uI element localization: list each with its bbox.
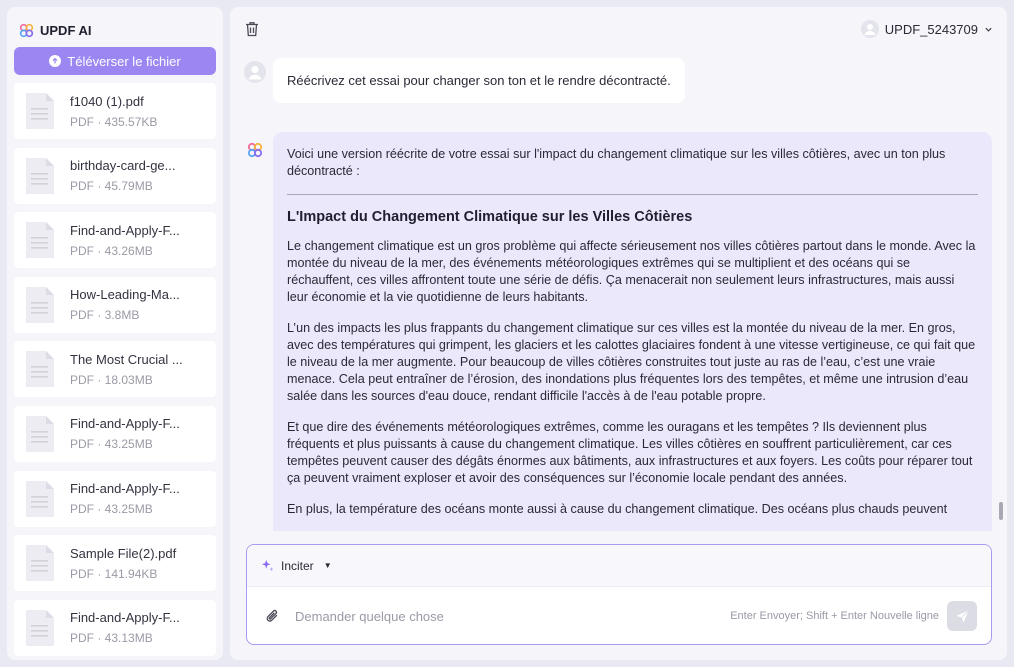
prompt-selector[interactable]: Inciter ▼ [247,545,991,587]
file-size: PDF · 141.94KB [70,566,158,581]
composer: Inciter ▼ Enter Envoyer; Shift + Enter N… [246,544,992,645]
ai-intro: Voici une version réécrite de votre essa… [287,147,946,178]
file-size: PDF · 43.26MB [70,243,153,258]
file-size: PDF · 43.13MB [70,631,153,646]
upload-icon [49,55,62,67]
file-meta: How-Leading-Ma... PDF · 3.8MB [70,287,180,322]
updf-ai-icon [247,142,263,158]
file-name: f1040 (1).pdf [70,93,144,109]
send-icon [955,609,969,623]
prompt-label: Inciter [281,558,314,573]
file-list: f1040 (1).pdf PDF · 435.57KB birthday-card… [14,83,216,660]
file-meta: birthday-card-ge... PDF · 45.79MB [70,158,176,193]
pdf-file-icon [26,157,54,194]
file-list-item[interactable]: Find-and-Apply-F... PDF · 43.26MB [14,212,216,269]
user-avatar-icon [860,20,879,38]
ai-heading: L'Impact du Changement Climatique sur le… [287,209,693,225]
pdf-file-icon [26,286,54,323]
file-meta: The Most Crucial ... PDF · 18.03MB [70,352,183,387]
file-name: Find-and-Apply-F... [70,222,180,238]
pdf-file-icon [26,545,54,582]
ai-paragraph: En plus, la température des océans monte… [287,502,948,516]
input-row: Enter Envoyer; Shift + Enter Nouvelle li… [247,587,991,644]
username: UPDF_5243709 [884,21,978,37]
file-meta: Sample File(2).pdf PDF · 141.94KB [70,546,176,581]
brand: UPDF AI [19,21,92,39]
ai-paragraph: L’un des impacts les plus frappants du c… [287,321,976,403]
divider [287,194,978,195]
file-list-item[interactable]: Find-and-Apply-F... PDF · 43.25MB [14,405,216,462]
file-list-item[interactable]: Find-and-Apply-F... PDF · 43.25MB [14,470,216,527]
upload-file-label: Téléverser le fichier [67,53,181,69]
file-list-item[interactable]: Sample File(2).pdf PDF · 141.94KB [14,535,216,592]
file-name: birthday-card-ge... [70,158,176,174]
brand-name: UPDF AI [40,22,92,38]
pdf-file-icon [26,609,54,646]
file-size: PDF · 3.8MB [70,308,140,323]
file-list-item[interactable]: The Most Crucial ... PDF · 18.03MB [14,341,216,398]
file-name: Find-and-Apply-F... [70,481,180,497]
file-size: PDF · 435.57KB [70,114,158,129]
file-list-item[interactable]: birthday-card-ge... PDF · 45.79MB [14,147,216,204]
pdf-file-icon [26,480,54,517]
chat-panel: UPDF_5243709 Réécrivez cet essai pour ch… [230,7,1007,660]
pdf-file-icon [26,222,54,259]
ai-response: Voici une version réécrite de votre essa… [273,132,992,531]
file-name: Find-and-Apply-F... [70,416,180,432]
user-menu[interactable]: UPDF_5243709 [860,19,993,39]
sidebar: UPDF AI Téléverser le fichier f1040 (1).… [7,7,223,660]
file-meta: f1040 (1).pdf PDF · 435.57KB [70,94,157,129]
file-meta: Find-and-Apply-F... PDF · 43.26MB [70,223,180,258]
pdf-file-icon [26,415,54,452]
user-avatar-icon [244,61,266,83]
ai-paragraph: Le changement climatique est un gros pro… [287,239,976,304]
scrollbar[interactable] [999,502,1003,520]
caret-down-icon[interactable]: ▼ [324,561,332,570]
pdf-file-icon [26,93,54,129]
file-name: The Most Crucial ... [70,351,183,367]
trash-icon[interactable] [245,21,259,37]
send-button[interactable] [947,601,977,631]
keyboard-hint: Enter Envoyer; Shift + Enter Nouvelle li… [730,610,939,622]
message-input[interactable] [295,608,731,624]
file-size: PDF · 43.25MB [70,437,153,452]
file-meta: Find-and-Apply-F... PDF · 43.25MB [70,416,180,451]
user-message: Réécrivez cet essai pour changer son ton… [273,58,685,103]
updf-logo-icon [19,23,34,37]
chat-messages: Réécrivez cet essai pour changer son ton… [230,53,1007,531]
file-name: Sample File(2).pdf [70,545,177,561]
file-size: PDF · 43.25MB [70,502,153,517]
file-list-item[interactable]: How-Leading-Ma... PDF · 3.8MB [14,276,216,333]
file-list-item[interactable]: f1040 (1).pdf PDF · 435.57KB [14,83,216,139]
file-meta: Find-and-Apply-F... PDF · 43.25MB [70,481,180,516]
paperclip-icon[interactable] [265,608,281,624]
sparkle-icon [261,559,274,571]
file-size: PDF · 45.79MB [70,179,153,194]
chevron-down-icon [985,27,992,32]
file-list-item[interactable]: Find-and-Apply-F... PDF · 43.13MB [14,599,216,656]
file-size: PDF · 18.03MB [70,372,153,387]
file-meta: Find-and-Apply-F... PDF · 43.13MB [70,610,180,645]
file-name: How-Leading-Ma... [70,287,180,303]
upload-file-button[interactable]: Téléverser le fichier [14,47,216,75]
pdf-file-icon [26,351,54,388]
file-name: Find-and-Apply-F... [70,610,180,626]
ai-paragraph: Et que dire des événements météorologiqu… [287,420,973,485]
